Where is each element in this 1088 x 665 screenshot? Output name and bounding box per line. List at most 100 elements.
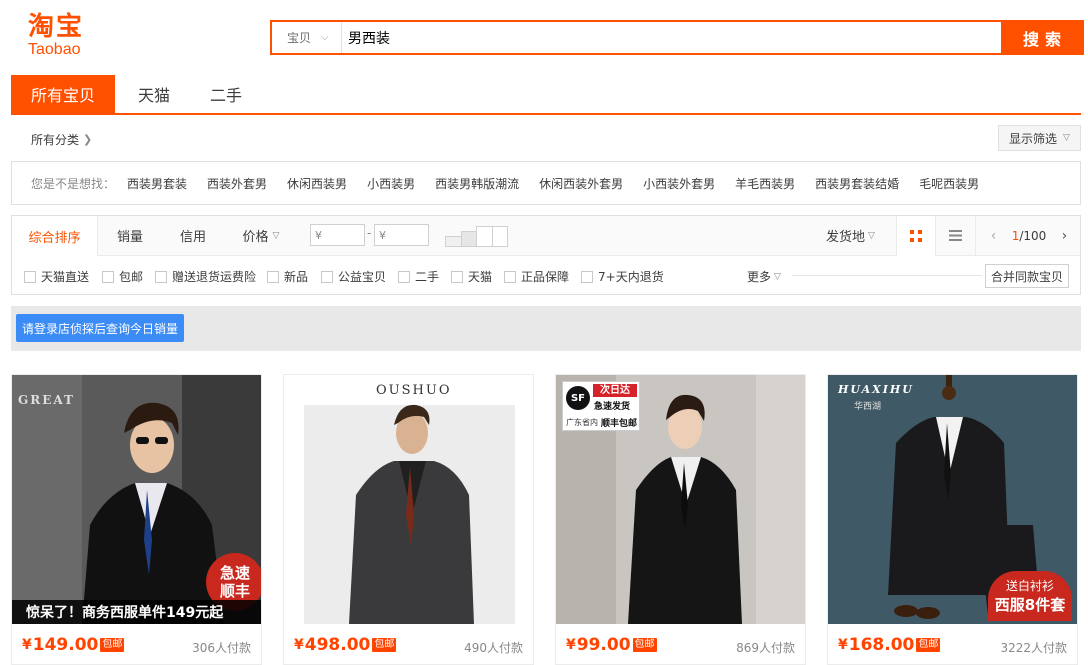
suggestion-label: 您是不是想找： — [31, 176, 116, 191]
checkbox-box[interactable] — [398, 270, 410, 283]
logo-en: Taobao — [28, 41, 81, 58]
list-view-button[interactable] — [936, 216, 976, 255]
checkbox-7day-return[interactable]: 7+天内退货 — [581, 268, 664, 285]
stamp-line: 急速发货 — [594, 402, 631, 412]
price-value: 99.00 — [576, 635, 631, 655]
checkbox-label: 7+天内退货 — [598, 270, 664, 284]
product-image[interactable]: GREAT 急速 顺丰 惊呆了！商务西服单件149元起 — [12, 375, 261, 624]
search-input[interactable] — [342, 22, 1001, 53]
tab-second-hand[interactable]: 二手 — [193, 75, 259, 113]
checkbox-box[interactable] — [581, 270, 593, 283]
checkbox-charity[interactable]: 公益宝贝 — [321, 268, 386, 285]
ship-from-select[interactable]: 发货地 ▽ — [826, 216, 875, 255]
search-button[interactable]: 搜索 — [1001, 21, 1083, 54]
product-card[interactable]: HUAXIHU 华西湖 送白衬衫 西服8件套 ¥168.00 包邮 3222人付款 — [827, 374, 1078, 665]
checkbox-new[interactable]: 新品 — [267, 268, 308, 285]
show-filter-label: 显示筛选 — [1009, 131, 1058, 146]
suggestion-keyword[interactable]: 休闲西装外套男 — [539, 175, 623, 192]
suggestion-keyword[interactable]: 西装男套装 — [127, 175, 187, 192]
free-shipping-tag: 包邮 — [632, 638, 657, 652]
checkbox-box[interactable] — [321, 270, 333, 283]
checkbox-box[interactable] — [24, 270, 36, 283]
checkbox-genuine[interactable]: 正品保障 — [504, 268, 569, 285]
product-price: ¥498.00 包邮 — [294, 635, 397, 655]
chevron-down-icon: ▽ — [272, 230, 280, 241]
page-total: /100 — [1019, 228, 1047, 243]
stamp-line: 次日达 — [593, 384, 637, 397]
checkbox-box[interactable] — [451, 270, 463, 283]
checkbox-box[interactable] — [155, 270, 167, 283]
checkbox-box[interactable] — [267, 270, 279, 283]
tab-tmall[interactable]: 天猫 — [115, 75, 193, 113]
checkbox-box[interactable] — [102, 270, 114, 283]
checkbox-return-insurance[interactable]: 赠送退货运费险 — [155, 268, 256, 285]
more-label: 更多 — [747, 270, 772, 284]
checkbox-label: 二手 — [415, 270, 440, 284]
stamp-line: 广东省内 — [566, 418, 598, 427]
stamp-line: 顺丰包邮 — [601, 419, 638, 429]
next-page-icon[interactable]: › — [1062, 228, 1068, 244]
suggestion-keyword[interactable]: 小西装男 — [367, 175, 415, 192]
checkbox-label: 赠送退货运费险 — [172, 270, 257, 284]
chevron-down-icon: ▽ — [868, 230, 875, 241]
chevron-down-icon: ▽ — [1063, 133, 1070, 143]
product-card[interactable]: SF 次日达 急速发货 广东省内 顺丰包邮 ¥99.00 包邮 869人付款 — [555, 374, 806, 665]
price-range-chart[interactable] — [445, 226, 508, 247]
more-filters-button[interactable]: 更多 ▽ — [747, 268, 781, 285]
product-photo — [284, 375, 533, 624]
checkbox-tmall[interactable]: 天猫 — [451, 268, 492, 285]
filter-checkbox-row: 天猫直送 包邮 赠送退货运费险 新品 公益宝贝 二手 天猫 正品保障 7+天内退… — [12, 256, 1080, 295]
suggestion-keyword[interactable]: 西装男套装结婚 — [815, 175, 899, 192]
tab-all-items[interactable]: 所有宝贝 — [11, 75, 115, 113]
breadcrumb-all-categories: 所有分类 — [31, 133, 80, 147]
checkbox-tmall-direct[interactable]: 天猫直送 — [24, 268, 89, 285]
grid-view-button[interactable] — [896, 216, 936, 256]
breadcrumb[interactable]: 所有分类 ❯ — [31, 131, 92, 148]
merge-same-items-button[interactable]: 合并同款宝贝 — [985, 264, 1069, 288]
badge-line: 顺丰 — [219, 582, 250, 600]
search-category-select[interactable]: 宝贝 ⌵ — [272, 22, 342, 53]
show-filter-button[interactable]: 显示筛选 ▽ — [998, 125, 1081, 151]
chevron-right-icon: ❯ — [83, 133, 93, 146]
sold-count: 3222人付款 — [1000, 641, 1067, 655]
sort-default[interactable]: 综合排序 — [12, 216, 98, 256]
suggestion-keyword[interactable]: 休闲西装男 — [287, 175, 347, 192]
checkbox-label: 正品保障 — [521, 270, 570, 284]
price-max-input[interactable]: ¥ — [374, 224, 429, 246]
search-category-label: 宝贝 — [287, 31, 312, 45]
sort-credit[interactable]: 信用 — [162, 216, 224, 255]
checkbox-box[interactable] — [504, 270, 516, 283]
checkbox-free-shipping[interactable]: 包邮 — [102, 268, 143, 285]
price-value: 168.00 — [848, 635, 915, 655]
suggestion-keyword[interactable]: 小西装外套男 — [643, 175, 715, 192]
checkbox-label: 包邮 — [119, 270, 144, 284]
suggestion-keyword[interactable]: 西装男韩版潮流 — [435, 175, 519, 192]
price-row: ¥149.00 包邮 306人付款 — [12, 624, 261, 664]
suggestion-keyword[interactable]: 毛呢西装男 — [919, 175, 979, 192]
sold-count: 490人付款 — [464, 641, 523, 655]
sort-price[interactable]: 价格 ▽ — [224, 216, 298, 255]
product-card[interactable]: OUSHUO ¥498.00 包邮 490人付款 — [283, 374, 534, 665]
grid-icon — [910, 230, 922, 242]
pager: ‹ 1/100 › — [977, 216, 1081, 255]
suggestion-keyword[interactable]: 羊毛西装男 — [735, 175, 795, 192]
product-brand: HUAXIHU — [838, 383, 914, 396]
product-image[interactable]: SF 次日达 急速发货 广东省内 顺丰包邮 — [556, 375, 805, 624]
product-image[interactable]: HUAXIHU 华西湖 送白衬衫 西服8件套 — [828, 375, 1077, 624]
product-brand: OUSHUO — [376, 383, 452, 398]
product-image[interactable]: OUSHUO — [284, 375, 533, 624]
search-tabs: 所有宝贝 天猫 二手 — [11, 75, 1081, 115]
product-brand: GREAT — [18, 393, 75, 407]
sort-sales[interactable]: 销量 — [98, 216, 162, 255]
badge-line: 急速 — [219, 564, 250, 582]
express-stamp: SF 次日达 急速发货 广东省内 顺丰包邮 — [562, 381, 640, 431]
login-query-sales-button[interactable]: 请登录店侦探后查询今日销量 — [16, 314, 184, 342]
sold-count: 306人付款 — [192, 641, 251, 655]
suggestion-keyword[interactable]: 西装外套男 — [207, 175, 267, 192]
checkbox-second-hand[interactable]: 二手 — [398, 268, 439, 285]
product-card[interactable]: GREAT 急速 顺丰 惊呆了！商务西服单件149元起 ¥149.00 包邮 30… — [11, 374, 262, 665]
prev-page-icon[interactable]: ‹ — [991, 228, 997, 244]
taobao-logo[interactable]: 淘宝 Taobao — [28, 12, 108, 62]
price-min-input[interactable]: ¥ — [310, 224, 365, 246]
price-value: 149.00 — [32, 635, 99, 655]
